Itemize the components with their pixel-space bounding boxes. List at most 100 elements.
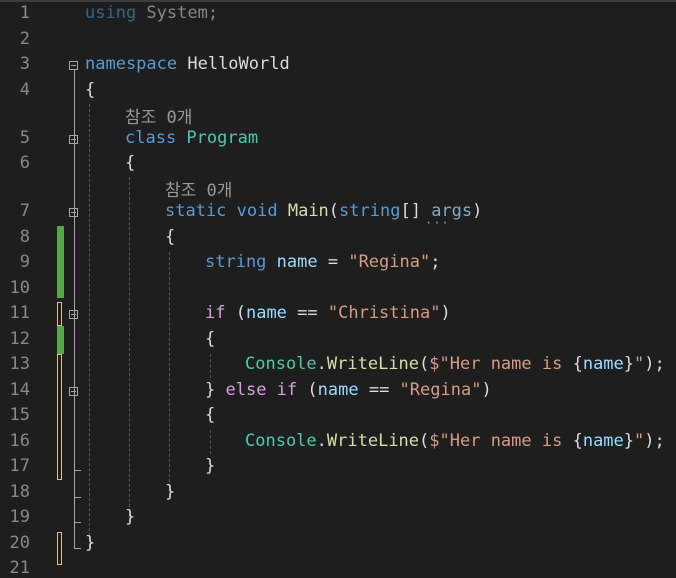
code-text: System; xyxy=(136,3,219,23)
operator: == xyxy=(286,303,328,323)
line-number: 13 xyxy=(9,354,30,374)
variable: name xyxy=(582,431,624,451)
collapse-if-icon[interactable] xyxy=(69,310,78,319)
string-literal: $"Her name is xyxy=(429,431,573,451)
code-editor[interactable]: 1 2 3 4 5 6 7 8 9 10 11 12 13 14 15 16 1… xyxy=(0,0,676,578)
brace: } xyxy=(85,533,96,553)
collapse-else-if-icon[interactable] xyxy=(69,387,78,396)
line-number: 1 xyxy=(19,3,30,23)
punctuation: ( xyxy=(419,354,430,374)
method-name: Main xyxy=(277,201,329,221)
method-name: WriteLine xyxy=(326,354,420,374)
brace: { xyxy=(205,405,216,425)
indent-guide xyxy=(89,104,90,546)
line-number: 7 xyxy=(19,201,30,221)
code-line[interactable]: if (name == "Christina") xyxy=(205,303,451,323)
codelens-references[interactable]: 참조 0개 xyxy=(125,103,192,128)
punctuation: . xyxy=(316,354,327,374)
interpolation-brace: } xyxy=(623,431,635,451)
outline-end-tick xyxy=(74,470,81,471)
indent-guide xyxy=(210,354,211,378)
brace: } xyxy=(205,380,226,400)
line-number: 5 xyxy=(19,128,30,148)
collapse-namespace-icon[interactable] xyxy=(69,61,78,70)
code-line[interactable]: Console.WriteLine($"Her name is {name}")… xyxy=(245,354,665,374)
line-number: 11 xyxy=(9,303,30,323)
punctuation: ); xyxy=(644,431,665,451)
code-line[interactable]: { xyxy=(85,80,95,100)
string-literal: " xyxy=(634,354,645,374)
string-literal: "Regina" xyxy=(399,380,482,400)
collapse-class-icon[interactable] xyxy=(69,135,78,144)
code-line[interactable]: { xyxy=(205,329,215,349)
indent-guide xyxy=(169,252,170,492)
variable: name xyxy=(317,380,359,400)
class-name: Console xyxy=(245,431,317,451)
suggestion-dots-icon[interactable]: ··· xyxy=(425,216,450,230)
outline-end-tick xyxy=(74,522,81,523)
keyword: string xyxy=(205,252,267,272)
editor-top-border xyxy=(0,0,676,2)
change-marker-unsaved xyxy=(57,532,62,565)
code-line[interactable]: } xyxy=(125,507,135,527)
variable: name xyxy=(245,303,287,323)
brace: } xyxy=(125,507,136,527)
keyword: void xyxy=(226,201,278,221)
change-marker-saved xyxy=(57,326,64,354)
code-line[interactable]: { xyxy=(205,405,215,425)
keyword: static xyxy=(165,201,227,221)
code-line[interactable]: { xyxy=(125,153,135,173)
change-marker-unsaved xyxy=(57,302,62,326)
collapse-method-icon[interactable] xyxy=(69,208,78,217)
line-number: 15 xyxy=(9,405,30,425)
punctuation: . xyxy=(316,431,327,451)
code-line[interactable]: } xyxy=(165,482,175,502)
string-literal: "Regina" xyxy=(348,252,431,272)
brace: { xyxy=(125,153,136,173)
code-line[interactable]: } xyxy=(205,456,215,476)
indent-guide xyxy=(210,430,211,454)
punctuation: ); xyxy=(644,354,665,374)
line-number: 19 xyxy=(9,507,30,527)
line-number: 20 xyxy=(9,533,30,553)
namespace-name: HelloWorld xyxy=(177,54,290,74)
method-name: WriteLine xyxy=(326,431,420,451)
code-line[interactable]: using System; xyxy=(85,3,218,23)
line-number: 6 xyxy=(19,153,30,173)
punctuation: ) xyxy=(481,380,492,400)
code-line[interactable]: class Program xyxy=(125,128,258,148)
change-marker-saved xyxy=(57,226,64,298)
code-line[interactable]: { xyxy=(165,227,175,247)
punctuation: ) xyxy=(440,303,451,323)
keyword: using xyxy=(85,3,137,23)
code-line[interactable]: } xyxy=(85,533,95,553)
outline-end-tick xyxy=(74,497,81,498)
interpolation-brace: } xyxy=(623,354,635,374)
string-literal: "Christina" xyxy=(327,303,441,323)
operator: = xyxy=(317,252,349,272)
operator: == xyxy=(358,380,400,400)
class-name: Console xyxy=(245,354,317,374)
variable: name xyxy=(266,252,318,272)
string-literal: $"Her name is xyxy=(429,354,573,374)
codelens-references[interactable]: 참조 0개 xyxy=(165,176,232,201)
line-number: 3 xyxy=(19,54,30,74)
keyword: namespace xyxy=(85,54,178,74)
code-line[interactable]: } else if (name == "Regina") xyxy=(205,380,492,400)
line-number: 12 xyxy=(9,329,30,349)
brace: { xyxy=(205,329,216,349)
string-literal: " xyxy=(634,431,645,451)
brace: { xyxy=(85,80,96,100)
brace: { xyxy=(165,227,176,247)
brace: } xyxy=(165,482,176,502)
punctuation: ( xyxy=(419,431,430,451)
code-line[interactable]: Console.WriteLine($"Her name is {name}")… xyxy=(245,431,665,451)
class-name: Program xyxy=(176,128,259,148)
code-line[interactable]: namespace HelloWorld xyxy=(85,54,290,74)
line-number: 14 xyxy=(9,380,30,400)
code-line[interactable]: string name = "Regina"; xyxy=(205,252,440,272)
punctuation: ( xyxy=(297,380,318,400)
line-number: 18 xyxy=(9,482,30,502)
line-number: 17 xyxy=(9,456,30,476)
punctuation: ( xyxy=(225,303,246,323)
